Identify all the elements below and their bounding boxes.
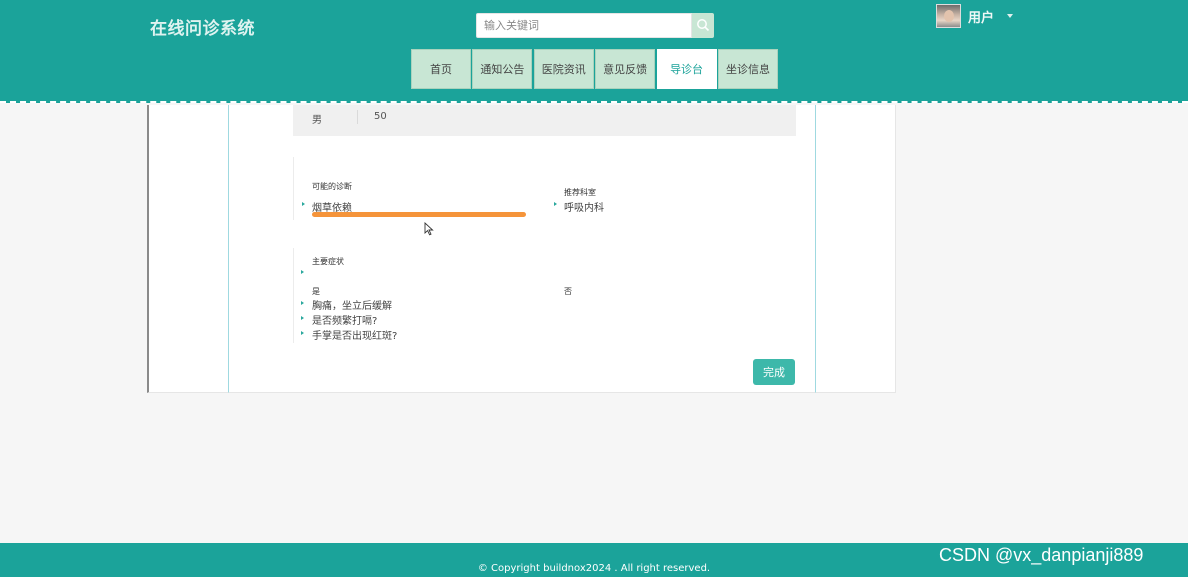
bullet-icon <box>554 202 557 206</box>
watermark-text: CSDN @vx_danpianji889 <box>939 545 1144 565</box>
nav-item-home[interactable]: 首页 <box>411 49 471 89</box>
section-divider <box>293 157 294 220</box>
user-name[interactable]: 用户 <box>968 7 994 26</box>
bullet-icon <box>301 301 304 305</box>
recommended-department-label: 推荐科室 <box>564 188 596 197</box>
avatar[interactable] <box>936 4 961 28</box>
section-divider <box>293 248 294 343</box>
possible-diagnosis-label: 可能的诊断 <box>312 182 352 191</box>
nav-item-hospital-news[interactable]: 医院资讯 <box>533 49 594 89</box>
nav-item-doctor-schedule[interactable]: 坐诊信息 <box>717 49 778 89</box>
site-title[interactable]: 在线问诊系统 <box>150 14 255 39</box>
bullet-icon <box>301 270 304 274</box>
search-box <box>476 13 714 38</box>
search-button[interactable] <box>692 13 714 38</box>
department-item: 呼吸内科 <box>564 203 604 214</box>
symptoms-yes-label: 是 <box>312 287 320 296</box>
highlight-bar <box>312 212 526 217</box>
symptom-item: 是否频繁打嗝? <box>312 316 378 327</box>
bullet-icon <box>301 331 304 335</box>
mouse-cursor-icon <box>424 222 434 236</box>
bullet-icon <box>302 202 305 206</box>
patient-gender: 男 <box>312 115 322 126</box>
main-nav: 首页 通知公告 医院资讯 意见反馈 导诊台 坐诊信息 <box>411 49 779 89</box>
bullet-icon <box>301 316 304 320</box>
symptom-item: 胸痛，坐立后缓解 <box>312 301 392 312</box>
main-symptoms-label: 主要症状 <box>312 257 344 266</box>
nav-item-triage[interactable]: 导诊台 <box>656 49 717 89</box>
content-inner-panel <box>228 105 816 393</box>
symptoms-no-label: 否 <box>564 287 572 296</box>
done-button[interactable]: 完成 <box>753 359 795 385</box>
chevron-down-icon[interactable] <box>1007 14 1013 18</box>
site-header: 在线问诊系统 用户 首页 通知公告 医院资讯 意见反馈 导诊台 坐诊信息 <box>0 0 1188 103</box>
divider <box>357 110 358 124</box>
search-icon <box>697 19 710 32</box>
symptom-item: 手掌是否出现红斑? <box>312 331 398 342</box>
nav-item-notices[interactable]: 通知公告 <box>472 49 533 89</box>
patient-age: 50 <box>374 111 387 122</box>
search-input[interactable] <box>476 13 692 38</box>
nav-item-feedback[interactable]: 意见反馈 <box>595 49 656 89</box>
patient-info-row: 男 50 <box>293 105 796 136</box>
